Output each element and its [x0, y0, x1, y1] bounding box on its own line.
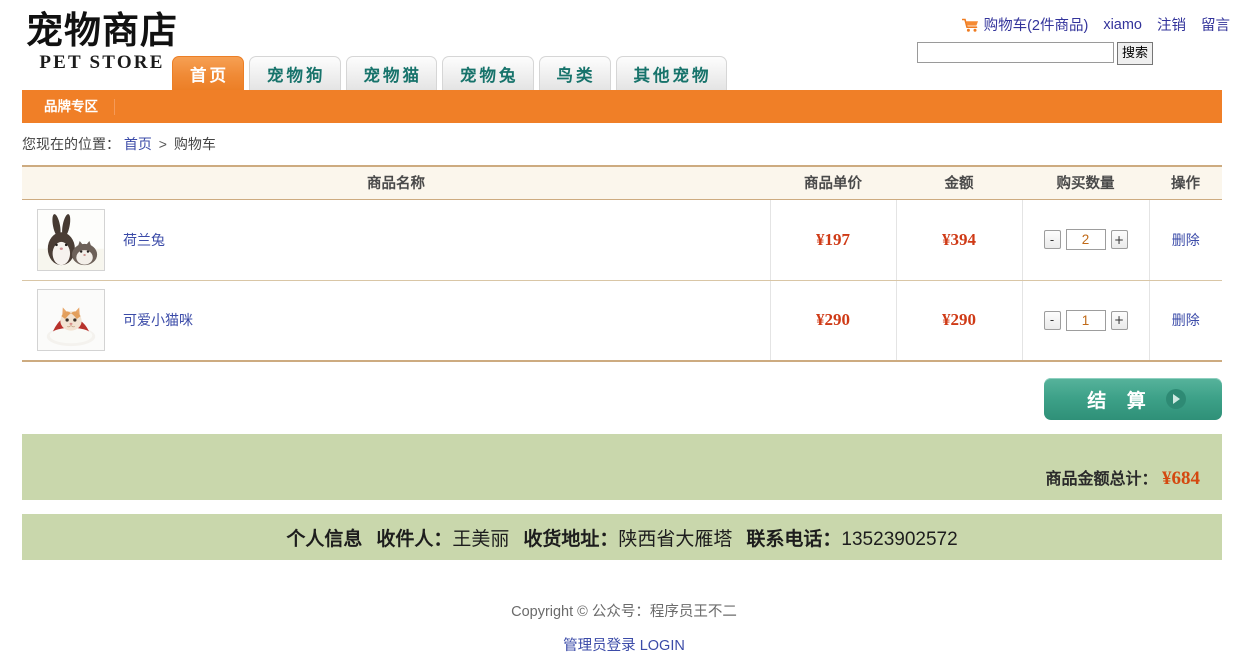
checkout-row: 结 算	[22, 378, 1222, 420]
quantity-stepper: - +	[1024, 310, 1148, 331]
delete-item-link[interactable]: 删除	[1172, 232, 1200, 248]
checkout-button-label: 结 算	[1080, 386, 1153, 413]
checkout-button[interactable]: 结 算	[1044, 378, 1222, 420]
table-row: 荷兰兔 ¥197 ¥394 - + 删除	[22, 199, 1222, 280]
breadcrumb-separator: >	[159, 136, 167, 152]
cell-unit-price: ¥290	[770, 280, 896, 361]
cart-table: 商品名称 商品单价 金额 购买数量 操作	[22, 165, 1222, 362]
logo-text-cn: 宠物商店	[22, 12, 182, 51]
cell-product: 荷兰兔	[22, 199, 770, 280]
pet-store-cart-page: 宠物商店 PET STORE 购物车(2件商品) xiamo 注销 留言	[0, 0, 1248, 663]
cart-header-row: 商品名称 商品单价 金额 购买数量 操作	[22, 166, 1222, 199]
amount-value: ¥290	[942, 310, 976, 329]
breadcrumb-prefix: 您现在的位置：	[22, 136, 120, 152]
quantity-decrease-button[interactable]: -	[1044, 311, 1061, 330]
message-link[interactable]: 留言	[1201, 14, 1230, 35]
rabbit-thumbnail[interactable]	[37, 209, 105, 271]
cart-link-label: 购物车(2件商品)	[984, 14, 1089, 35]
column-header-price: 商品单价	[770, 166, 896, 199]
cell-amount: ¥290	[896, 280, 1022, 361]
delete-item-link[interactable]: 删除	[1172, 312, 1200, 328]
cell-action: 删除	[1149, 199, 1222, 280]
product-name-link[interactable]: 可爱小猫咪	[123, 310, 193, 330]
quantity-input[interactable]	[1066, 310, 1106, 331]
kitten-thumbnail[interactable]	[37, 289, 105, 351]
phone-label: 联系电话：	[746, 524, 841, 551]
quantity-stepper: - +	[1024, 229, 1148, 250]
header-user-links: 购物车(2件商品) xiamo 注销 留言	[962, 14, 1230, 35]
total-label: 商品金额总计：	[1046, 471, 1158, 488]
main-nav-tabs: 首页 宠物狗 宠物猫 宠物兔 鸟类 其他宠物	[172, 56, 727, 90]
total-panel: 商品金额总计： ¥684	[22, 434, 1222, 500]
breadcrumb-current: 购物车	[174, 136, 216, 152]
amount-value: ¥394	[942, 230, 976, 249]
address-value: 陕西省大雁塔	[618, 524, 732, 551]
cart-table-body: 荷兰兔 ¥197 ¥394 - + 删除	[22, 199, 1222, 361]
tab-home[interactable]: 首页	[172, 56, 244, 90]
receiver-label: 收件人：	[376, 524, 452, 551]
tab-dogs[interactable]: 宠物狗	[249, 56, 341, 90]
search-input[interactable]	[917, 42, 1114, 63]
copyright-text: Copyright © 公众号：程序员王不二	[0, 600, 1248, 621]
table-row: 可爱小猫咪 ¥290 ¥290 - + 删除	[22, 280, 1222, 361]
site-logo[interactable]: 宠物商店 PET STORE	[22, 12, 182, 74]
column-header-amount: 金额	[896, 166, 1022, 199]
site-header: 宠物商店 PET STORE 购物车(2件商品) xiamo 注销 留言	[0, 0, 1248, 90]
quantity-input[interactable]	[1066, 229, 1106, 250]
breadcrumb: 您现在的位置： 首页 > 购物车	[22, 134, 1248, 154]
logout-link[interactable]: 注销	[1157, 14, 1186, 35]
phone-group: 联系电话： 13523902572	[746, 524, 957, 551]
phone-value: 13523902572	[841, 529, 957, 551]
column-header-action: 操作	[1149, 166, 1222, 199]
site-footer: Copyright © 公众号：程序员王不二 管理员登录 LOGIN	[0, 600, 1248, 655]
customer-info-title: 个人信息	[286, 524, 362, 551]
cell-unit-price: ¥197	[770, 199, 896, 280]
address-group: 收货地址： 陕西省大雁塔	[523, 524, 732, 551]
breadcrumb-home[interactable]: 首页	[124, 136, 152, 152]
search-button[interactable]: 搜索	[1117, 42, 1153, 65]
customer-info-panel: 个人信息 收件人： 王美丽 收货地址： 陕西省大雁塔 联系电话： 1352390…	[22, 514, 1222, 560]
tab-rabbits[interactable]: 宠物兔	[442, 56, 534, 90]
product-name-link[interactable]: 荷兰兔	[123, 230, 165, 250]
quantity-decrease-button[interactable]: -	[1044, 230, 1061, 249]
admin-login-link[interactable]: 管理员登录 LOGIN	[563, 634, 685, 655]
tab-other-pets[interactable]: 其他宠物	[616, 56, 727, 90]
quantity-increase-button[interactable]: +	[1111, 311, 1128, 330]
cell-action: 删除	[1149, 280, 1222, 361]
cell-quantity: - +	[1022, 280, 1149, 361]
brand-zone-bar: 品牌专区	[22, 90, 1222, 123]
total-amount-value: ¥684	[1162, 468, 1200, 489]
cell-quantity: - +	[1022, 199, 1149, 280]
tab-cats[interactable]: 宠物猫	[346, 56, 438, 90]
address-label: 收货地址：	[523, 524, 618, 551]
receiver-value: 王美丽	[452, 524, 509, 551]
logo-text-en: PET STORE	[22, 52, 182, 74]
cell-product: 可爱小猫咪	[22, 280, 770, 361]
column-header-qty: 购买数量	[1022, 166, 1149, 199]
cart-link[interactable]: 购物车(2件商品)	[962, 14, 1089, 35]
receiver-group: 收件人： 王美丽	[376, 524, 509, 551]
shopping-cart-icon	[962, 18, 979, 32]
unit-price-value: ¥290	[816, 310, 850, 329]
unit-price-value: ¥197	[816, 230, 850, 249]
column-header-name: 商品名称	[22, 166, 770, 199]
username-link[interactable]: xiamo	[1103, 17, 1142, 33]
cell-amount: ¥394	[896, 199, 1022, 280]
tab-birds[interactable]: 鸟类	[539, 56, 611, 90]
brand-zone-link[interactable]: 品牌专区	[22, 99, 115, 115]
cart-table-head: 商品名称 商品单价 金额 购买数量 操作	[22, 166, 1222, 199]
play-arrow-icon	[1166, 389, 1186, 409]
quantity-increase-button[interactable]: +	[1111, 230, 1128, 249]
search-form: 搜索	[917, 42, 1153, 65]
total-amount-row: 商品金额总计： ¥684	[1046, 465, 1200, 490]
